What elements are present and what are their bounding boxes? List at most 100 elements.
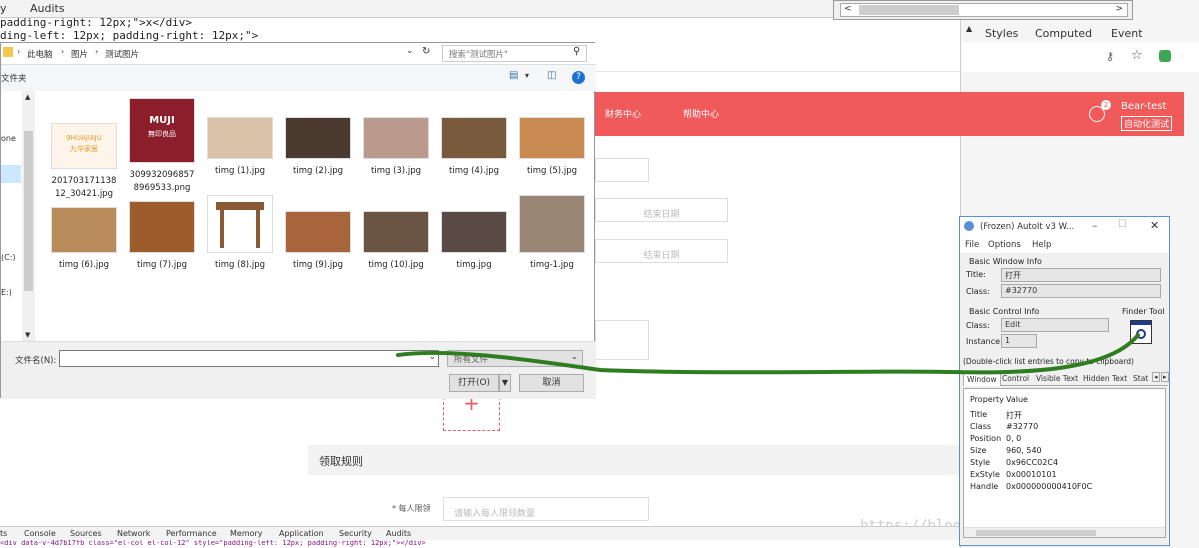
tab-event[interactable]: Event bbox=[1111, 27, 1143, 40]
crumb-pictures[interactable]: 图片 bbox=[71, 48, 88, 60]
crumb-sep-icon: › bbox=[17, 47, 21, 56]
file-item[interactable]: timg (7).jpg bbox=[127, 201, 197, 272]
file-item[interactable]: timg (9).jpg bbox=[283, 211, 353, 272]
prop-value[interactable]: 0x00010101 bbox=[1006, 470, 1057, 479]
bottom-tab-application[interactable]: Application bbox=[279, 529, 324, 538]
prop-value[interactable]: 0, 0 bbox=[1006, 434, 1021, 443]
minimize-icon[interactable]: – bbox=[1092, 219, 1098, 232]
file-item[interactable]: timg (5).jpg bbox=[517, 117, 587, 178]
preview-pane-icon[interactable]: ◫ bbox=[547, 70, 556, 81]
file-item[interactable]: timg-1.jpg bbox=[517, 195, 587, 272]
class-value[interactable]: #32770 bbox=[1001, 284, 1161, 298]
nav-finance[interactable]: 财务中心 bbox=[605, 107, 641, 120]
crumb-this-pc[interactable]: 此电脑 bbox=[27, 48, 53, 60]
file-item[interactable]: timg.jpg bbox=[439, 211, 509, 272]
file-item[interactable]: timg (8).jpg bbox=[205, 195, 275, 272]
scroll-left-icon[interactable]: < bbox=[844, 4, 852, 14]
floating-scrollbar-panel: < > bbox=[833, 0, 1133, 20]
menu-options[interactable]: Options bbox=[988, 240, 1021, 250]
file-item[interactable]: timg (6).jpg bbox=[49, 207, 119, 272]
search-icon[interactable]: ⚲ bbox=[573, 46, 580, 57]
file-item[interactable]: timg (4).jpg bbox=[439, 117, 509, 178]
nav-item-drive-c[interactable]: (C:) bbox=[1, 253, 16, 262]
prop-value[interactable]: 960, 540 bbox=[1006, 446, 1042, 455]
search-input[interactable]: 搜索"测试图片" bbox=[442, 45, 587, 62]
scroll-up-icon[interactable]: ▲ bbox=[25, 93, 30, 101]
date-input-partial-1[interactable] bbox=[595, 158, 649, 182]
nav-item-drive-e[interactable]: E:) bbox=[1, 288, 12, 297]
dropdown-icon[interactable]: ⌄ bbox=[406, 46, 414, 56]
bottom-tab-memory[interactable]: Memory bbox=[230, 529, 263, 538]
devtools-tab-audits[interactable]: Audits bbox=[30, 2, 65, 15]
menu-file[interactable]: File bbox=[965, 240, 979, 250]
limit-input[interactable]: 请输入每人限领数量 bbox=[443, 497, 649, 521]
bottom-tab-audits[interactable]: Audits bbox=[386, 529, 411, 538]
devtools-tab-partial[interactable]: y bbox=[0, 2, 7, 15]
prop-key[interactable]: Handle bbox=[970, 482, 998, 491]
file-item[interactable]: timg (10).jpg bbox=[361, 211, 431, 272]
view-dropdown-icon[interactable]: ▾ bbox=[525, 71, 529, 80]
help-icon[interactable]: ? bbox=[572, 71, 585, 84]
bottom-tab-ts[interactable]: ts bbox=[0, 529, 7, 538]
bottom-tab-network[interactable]: Network bbox=[117, 529, 150, 538]
file-item[interactable]: timg (2).jpg bbox=[283, 117, 353, 178]
refresh-icon[interactable]: ↻ bbox=[422, 46, 430, 57]
tab-scroll-right-icon[interactable]: ▸ bbox=[1161, 372, 1169, 382]
devtools-bottom-tabbar: ts Console Sources Network Performance M… bbox=[0, 526, 960, 540]
title-label: Title: bbox=[966, 270, 986, 279]
tab-scroll-left-icon[interactable]: ◂ bbox=[1152, 372, 1160, 382]
list-hscrollbar[interactable] bbox=[964, 527, 1165, 537]
bottom-tab-sources[interactable]: Sources bbox=[70, 529, 102, 538]
limit-label: * 每人限领 bbox=[392, 504, 431, 513]
prop-key[interactable]: Position bbox=[970, 434, 1001, 443]
star-icon[interactable]: ☆ bbox=[1131, 48, 1143, 63]
key-icon[interactable]: ⚷ bbox=[1106, 50, 1114, 63]
new-folder-button[interactable]: 文件夹 bbox=[1, 72, 27, 84]
file-name: timg (1).jpg bbox=[215, 166, 265, 176]
file-item[interactable]: timg (1).jpg bbox=[205, 117, 275, 178]
prop-value[interactable]: 0x96CC02C4 bbox=[1006, 458, 1058, 467]
nav-scrollbar[interactable]: ▲ ▼ bbox=[22, 91, 35, 341]
prop-key[interactable]: ExStyle bbox=[970, 470, 1000, 479]
title-value[interactable]: 打开 bbox=[1001, 268, 1161, 282]
user-name[interactable]: Bear-test bbox=[1121, 101, 1166, 112]
nav-item-onedrive[interactable]: one bbox=[1, 134, 16, 143]
scroll-down-icon[interactable]: ▼ bbox=[25, 331, 30, 339]
prop-key[interactable]: Style bbox=[970, 458, 990, 467]
collapse-icon[interactable]: ▲ bbox=[966, 24, 972, 33]
nav-item-selected[interactable] bbox=[1, 165, 21, 183]
menu-help[interactable]: Help bbox=[1032, 240, 1051, 250]
prop-key[interactable]: Class bbox=[970, 422, 991, 431]
close-icon[interactable]: ✕ bbox=[1150, 219, 1159, 232]
prop-key[interactable]: Size bbox=[970, 446, 986, 455]
filename-input[interactable] bbox=[59, 350, 439, 367]
tab-styles[interactable]: Styles bbox=[985, 27, 1018, 40]
list-scroll-thumb[interactable] bbox=[976, 530, 1096, 536]
file-item[interactable]: timg (3).jpg bbox=[361, 117, 431, 178]
prop-value[interactable]: 打开 bbox=[1006, 410, 1022, 421]
bottom-tab-security[interactable]: Security bbox=[339, 529, 372, 538]
autoit-title: (Frozen) AutoIt v3 W... bbox=[980, 222, 1075, 232]
file-name: timg (7).jpg bbox=[137, 260, 187, 270]
prop-key[interactable]: Title bbox=[970, 410, 987, 419]
crumb-test-pictures[interactable]: 测试图片 bbox=[105, 48, 139, 60]
tab-computed[interactable]: Computed bbox=[1035, 27, 1092, 40]
bottom-tab-console[interactable]: Console bbox=[24, 529, 56, 538]
browser-toolbar-right: ⚷ ☆ bbox=[961, 42, 1199, 72]
shield-icon[interactable] bbox=[1159, 50, 1171, 62]
prop-value[interactable]: 0x000000000410F0C bbox=[1006, 482, 1092, 491]
view-icon[interactable]: ▤ bbox=[509, 70, 518, 81]
bottom-tab-performance[interactable]: Performance bbox=[166, 529, 217, 538]
scroll-right-icon[interactable]: > bbox=[1115, 4, 1123, 14]
scroll-thumb[interactable] bbox=[24, 131, 33, 291]
maximize-icon[interactable]: ☐ bbox=[1118, 219, 1127, 230]
file-name: timg (4).jpg bbox=[449, 166, 499, 176]
horizontal-scrollbar[interactable]: < > bbox=[840, 3, 1128, 17]
prop-value[interactable]: #32770 bbox=[1006, 422, 1038, 431]
file-item[interactable]: 9HUAJIAJU 九华家居 20170317113812_30421.jpg bbox=[49, 123, 119, 201]
file-item[interactable]: MUJI 無印良品 3099320968578969533.png bbox=[127, 98, 197, 195]
nav-help[interactable]: 帮助中心 bbox=[683, 107, 719, 120]
scroll-thumb[interactable] bbox=[859, 5, 959, 15]
end-date-input-2[interactable]: 结束日期 bbox=[595, 239, 728, 263]
end-date-input-1[interactable]: 结束日期 bbox=[595, 198, 728, 222]
